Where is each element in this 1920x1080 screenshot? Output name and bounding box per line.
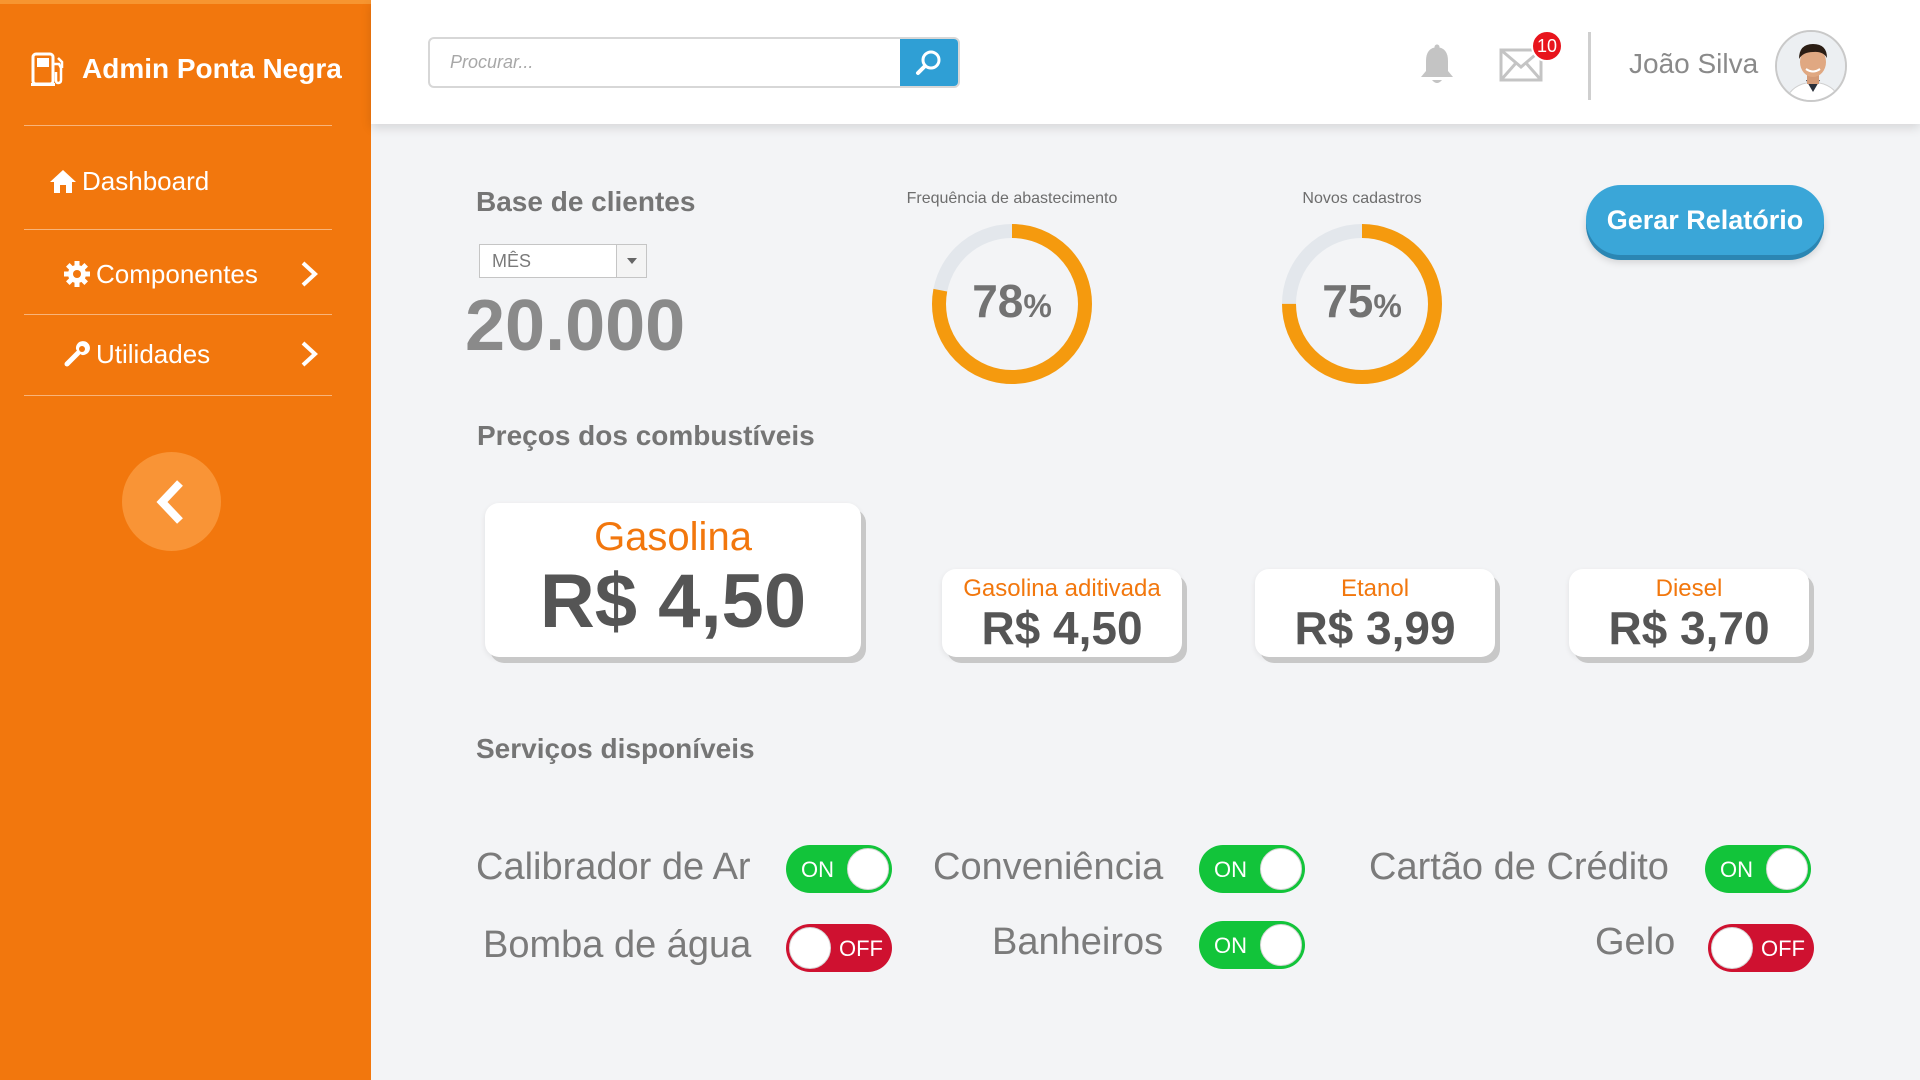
sidebar-item-dashboard[interactable]: Dashboard [24, 159, 332, 203]
fuel-name: Etanol [1340, 575, 1410, 602]
toggle-knob [789, 927, 831, 969]
service-label: Banheiros [992, 921, 1164, 963]
toggle-calibrador[interactable]: ON [786, 845, 892, 893]
toggle-cartao-credito[interactable]: ON [1705, 845, 1811, 893]
toggle-knob [847, 848, 889, 890]
chevron-right-icon [301, 261, 318, 287]
gauge-number: 75 [1322, 275, 1374, 327]
brand-name: Admin Ponta Negra [82, 53, 342, 84]
period-select[interactable]: MÊS [479, 244, 647, 278]
toggle-knob [1260, 848, 1302, 890]
fuel-name: Diesel [1655, 575, 1723, 602]
user-name[interactable]: João Silva [1629, 48, 1758, 80]
fuel-price: R$ 4,50 [539, 559, 807, 644]
toggle-state: OFF [839, 936, 883, 961]
search-button[interactable] [900, 39, 958, 86]
gear-icon [62, 259, 92, 289]
toggle-conveniencia[interactable]: ON [1199, 845, 1305, 893]
fuel-price: R$ 4,50 [981, 602, 1143, 654]
search-box [428, 37, 960, 88]
gas-pump-icon [31, 52, 64, 86]
notification-badge: 10 [1531, 30, 1563, 62]
toggle-banheiros[interactable]: ON [1199, 921, 1305, 969]
fuel-price: R$ 3,70 [1608, 602, 1770, 654]
registrations-gauge-value: 75% [1279, 274, 1445, 328]
sidebar-item-label: Dashboard [82, 165, 210, 196]
search-icon [916, 50, 941, 75]
toggle-knob [1260, 924, 1302, 966]
brand[interactable]: Admin Ponta Negra [30, 44, 342, 94]
clients-title: Base de clientes [476, 186, 696, 217]
toggle-gelo[interactable]: OFF [1708, 924, 1814, 972]
sidebar-item-utilidades[interactable]: Utilidades [24, 332, 332, 376]
service-label: Conveniência [933, 846, 1164, 888]
services-title: Serviços disponíveis [476, 733, 755, 764]
fuel-card-diesel: Diesel R$ 3,70 [1569, 569, 1809, 657]
fuel-card-etanol: Etanol R$ 3,99 [1255, 569, 1495, 657]
fuel-price: R$ 3,99 [1294, 602, 1456, 654]
gauge-number: 78 [972, 275, 1024, 327]
chevron-right-icon [301, 341, 318, 367]
divider [24, 125, 332, 126]
sidebar-item-componentes[interactable]: Componentes [24, 252, 332, 296]
service-label: Gelo [1595, 921, 1676, 963]
fuel-card-gasolina: Gasolina R$ 4,50 [485, 503, 861, 657]
sidebar-item-label: Utilidades [96, 338, 211, 369]
toggle-bomba-agua[interactable]: OFF [786, 924, 892, 972]
gauge-label-registrations: Novos cadastros [1302, 190, 1422, 207]
avatar[interactable] [1775, 30, 1847, 102]
topbar: 10 João Silva [371, 0, 1920, 124]
gauge-label-frequency: Frequência de abastecimento [906, 190, 1118, 207]
divider [1588, 32, 1591, 100]
fuel-name: Gasolina [594, 515, 752, 559]
chevron-left-icon [155, 479, 183, 524]
bell-icon[interactable] [1418, 44, 1456, 86]
user-avatar-icon [1777, 32, 1845, 100]
divider [24, 229, 332, 230]
period-value: MÊS [492, 250, 532, 271]
fuel-title: Preços dos combustíveis [477, 420, 815, 451]
divider [24, 395, 332, 396]
service-label: Cartão de Crédito [1369, 846, 1669, 888]
wrench-icon [62, 339, 92, 369]
home-icon [48, 166, 78, 196]
service-label: Bomba de água [483, 924, 752, 966]
fuel-card-gasolina-aditivada: Gasolina aditivada R$ 4,50 [942, 569, 1182, 657]
toggle-state: ON [1214, 857, 1247, 882]
clients-count: 20.000 [465, 286, 686, 366]
toggle-state: ON [801, 857, 834, 882]
search-input[interactable] [430, 39, 900, 86]
chevron-down-icon [616, 245, 646, 277]
fuel-name: Gasolina aditivada [963, 575, 1161, 602]
collapse-sidebar-button[interactable] [122, 452, 221, 551]
frequency-gauge-value: 78% [929, 274, 1095, 328]
toggle-state: OFF [1761, 936, 1805, 961]
gauge-unit: % [1373, 288, 1402, 324]
service-label: Calibrador de Ar [476, 846, 751, 888]
toggle-knob [1766, 848, 1808, 890]
gauge-unit: % [1023, 288, 1052, 324]
sidebar: Admin Ponta Negra Dashboard Componentes … [0, 0, 371, 1080]
toggle-state: ON [1720, 857, 1753, 882]
divider [24, 314, 332, 315]
toggle-knob [1711, 927, 1753, 969]
sidebar-item-label: Componentes [96, 258, 258, 289]
toggle-state: ON [1214, 933, 1247, 958]
generate-report-button[interactable]: Gerar Relatório [1586, 185, 1824, 255]
